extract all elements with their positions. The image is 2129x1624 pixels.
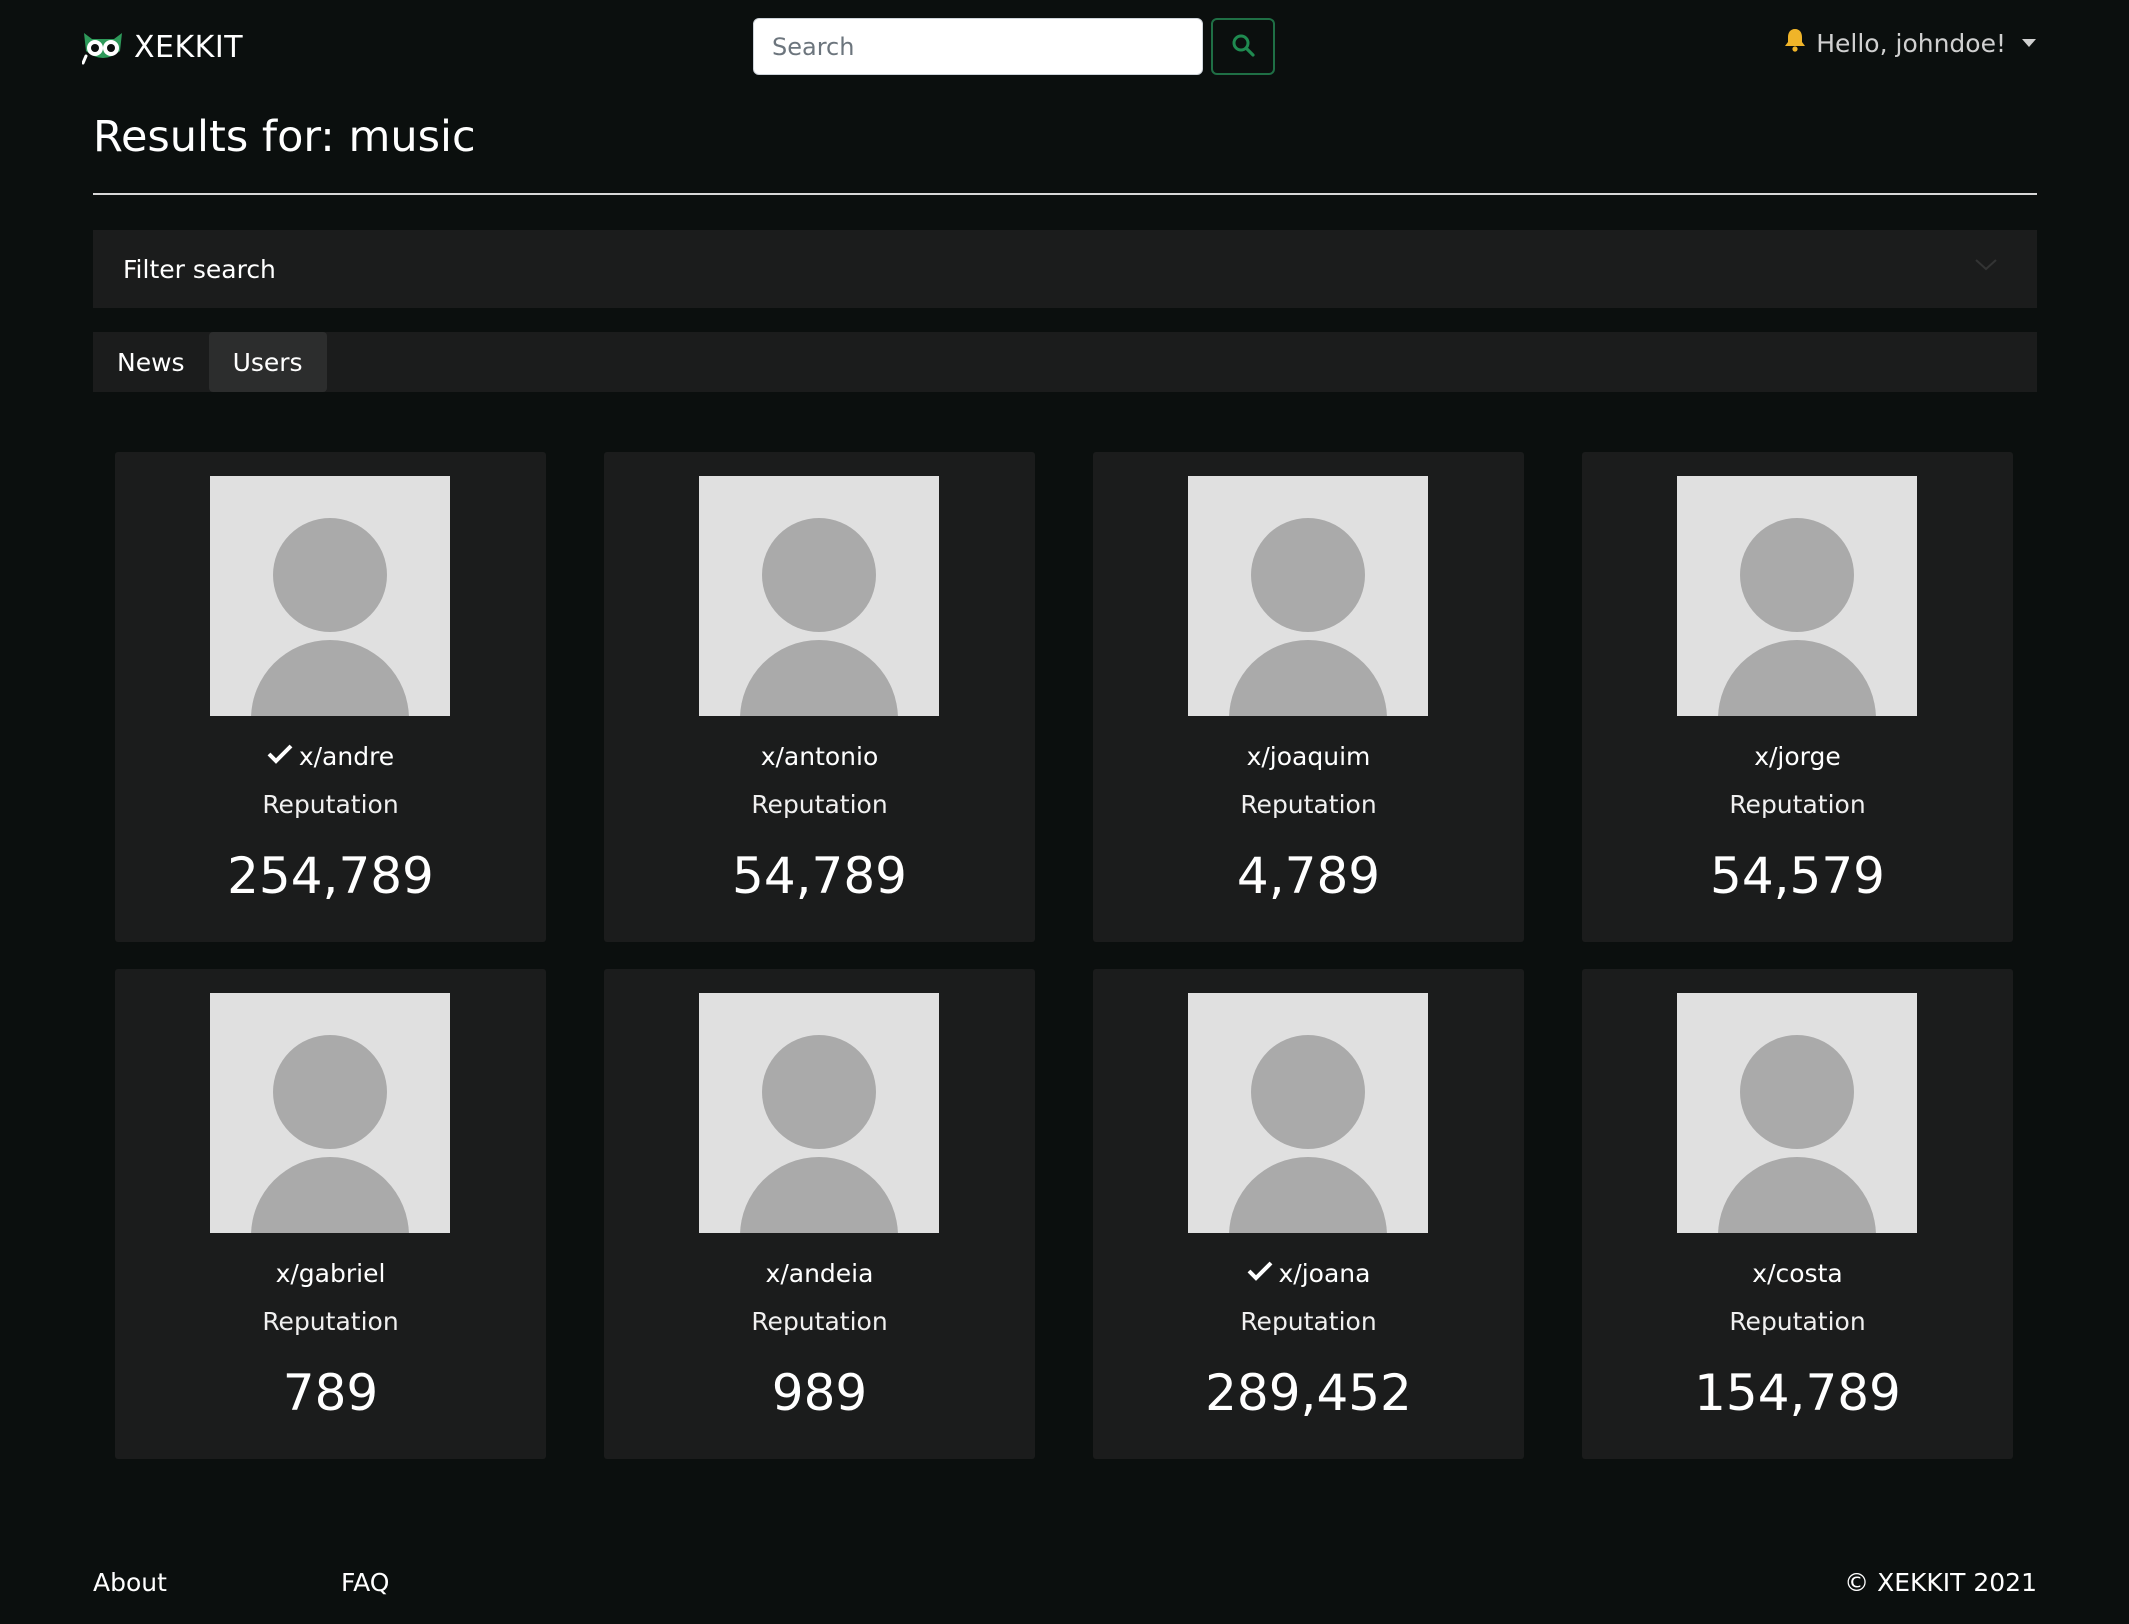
top-navbar: XEKKIT Hello, johndoe! [0, 0, 2129, 94]
filter-search-label: Filter search [123, 254, 276, 284]
username-text: x/antonio [760, 742, 879, 771]
default-avatar-icon [210, 476, 450, 716]
user-results-grid: x/andre Reputation 254,789 x/antonio Rep… [115, 452, 2015, 1459]
search-button[interactable] [1211, 18, 1275, 75]
default-avatar-icon [1677, 476, 1917, 716]
user-name[interactable]: x/andeia [604, 1259, 1035, 1288]
default-avatar-icon [699, 993, 939, 1233]
user-name[interactable]: x/antonio [604, 742, 1035, 771]
owl-logo-icon [82, 29, 124, 65]
page-title: Results for: music [93, 112, 476, 162]
reputation-label: Reputation [262, 790, 399, 819]
username-text: x/andeia [765, 1259, 874, 1288]
reputation-label: Reputation [751, 1307, 888, 1336]
checkmark-icon [1247, 1259, 1273, 1288]
user-card[interactable]: x/joaquim Reputation 4,789 [1093, 452, 1524, 942]
reputation-value: 254,789 [227, 847, 434, 905]
user-card[interactable]: x/andre Reputation 254,789 [115, 452, 546, 942]
user-greeting: Hello, johndoe! [1816, 28, 2006, 58]
search-icon [1231, 33, 1255, 60]
user-card[interactable]: x/joana Reputation 289,452 [1093, 969, 1524, 1459]
bell-icon[interactable] [1784, 28, 1806, 58]
filter-search-toggle[interactable]: Filter search [93, 230, 2037, 308]
reputation-value: 4,789 [1236, 847, 1381, 905]
user-name[interactable]: x/gabriel [115, 1259, 546, 1288]
default-avatar-icon [1188, 476, 1428, 716]
user-card[interactable]: x/jorge Reputation 54,579 [1582, 452, 2013, 942]
footer: About FAQ © XEKKIT 2021 [93, 1568, 2037, 1608]
reputation-value: 54,579 [1710, 847, 1885, 905]
user-menu-dropdown[interactable]: Hello, johndoe! [1784, 28, 2036, 58]
reputation-value: 154,789 [1694, 1364, 1901, 1422]
username-text: x/joaquim [1246, 742, 1371, 771]
search-form [753, 18, 1275, 75]
username-text: x/andre [298, 742, 395, 771]
username-text: x/jorge [1754, 742, 1841, 771]
reputation-label: Reputation [751, 790, 888, 819]
user-card[interactable]: x/gabriel Reputation 789 [115, 969, 546, 1459]
user-name[interactable]: x/joana [1093, 1259, 1524, 1288]
reputation-label: Reputation [262, 1307, 399, 1336]
user-name[interactable]: x/joaquim [1093, 742, 1524, 771]
caret-down-icon [2022, 39, 2036, 47]
user-card[interactable]: x/costa Reputation 154,789 [1582, 969, 2013, 1459]
result-tabs: News Users [93, 332, 2037, 392]
chevron-down-icon [1973, 254, 1999, 278]
title-divider [93, 193, 2037, 195]
reputation-label: Reputation [1729, 790, 1866, 819]
default-avatar-icon [1188, 993, 1428, 1233]
footer-faq-link[interactable]: FAQ [341, 1568, 389, 1597]
username-text: x/joana [1278, 1259, 1371, 1288]
user-name[interactable]: x/andre [115, 742, 546, 771]
reputation-value: 54,789 [732, 847, 907, 905]
user-card[interactable]: x/andeia Reputation 989 [604, 969, 1035, 1459]
tab-news[interactable]: News [93, 332, 209, 392]
search-input[interactable] [753, 18, 1203, 75]
reputation-label: Reputation [1240, 790, 1377, 819]
user-card[interactable]: x/antonio Reputation 54,789 [604, 452, 1035, 942]
tab-users[interactable]: Users [208, 332, 327, 392]
footer-about-link[interactable]: About [93, 1568, 167, 1597]
user-name[interactable]: x/costa [1582, 1259, 2013, 1288]
reputation-label: Reputation [1240, 1307, 1377, 1336]
reputation-label: Reputation [1729, 1307, 1866, 1336]
reputation-value: 289,452 [1205, 1364, 1412, 1422]
copyright-text: © XEKKIT 2021 [1844, 1568, 2037, 1597]
checkmark-icon [267, 742, 293, 771]
default-avatar-icon [699, 476, 939, 716]
brand[interactable]: XEKKIT [82, 26, 243, 68]
brand-name: XEKKIT [134, 29, 244, 65]
user-name[interactable]: x/jorge [1582, 742, 2013, 771]
username-text: x/costa [1752, 1259, 1843, 1288]
username-text: x/gabriel [275, 1259, 386, 1288]
default-avatar-icon [1677, 993, 1917, 1233]
reputation-value: 989 [771, 1364, 868, 1422]
default-avatar-icon [210, 993, 450, 1233]
reputation-value: 789 [282, 1364, 379, 1422]
